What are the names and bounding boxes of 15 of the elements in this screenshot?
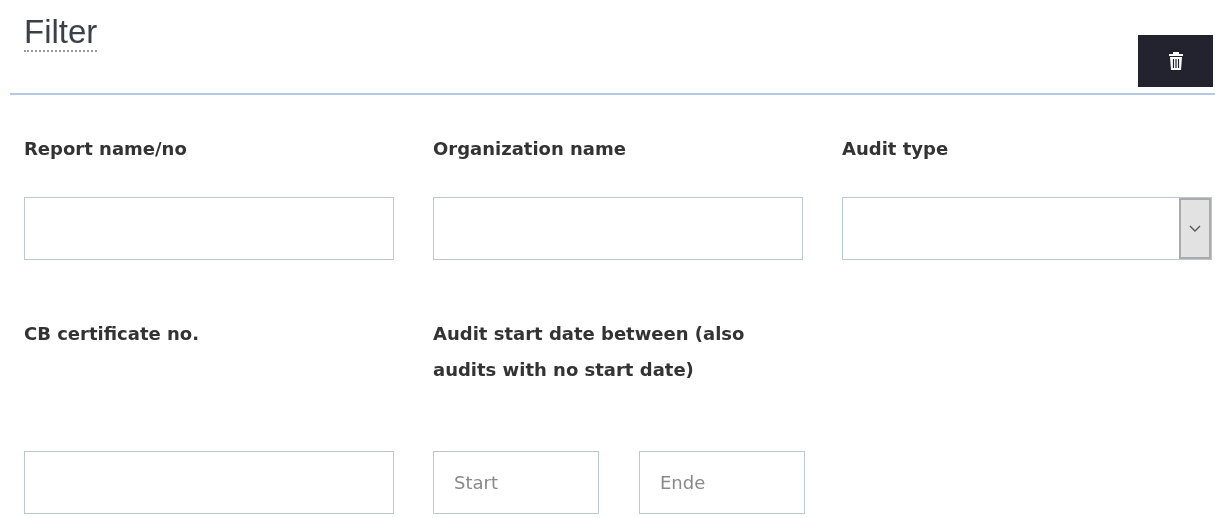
field-label: Organization name: [433, 137, 627, 161]
field-label: CB certificate no.: [24, 322, 200, 346]
field-label: Audit start date between (also audits with no start date): [433, 322, 746, 382]
field-label: Audit type: [842, 137, 950, 161]
input-field[interactable]: [433, 197, 803, 260]
dropdown-field[interactable]: [842, 197, 1212, 260]
date-field[interactable]: Ende: [639, 451, 805, 514]
field-label: Report name/no: [24, 137, 188, 161]
delete-button[interactable]: [1138, 35, 1213, 87]
input-field[interactable]: [24, 197, 394, 260]
trash-icon: [1167, 51, 1184, 71]
chevron-down-icon: [1189, 224, 1201, 233]
date-field[interactable]: Start: [433, 451, 599, 514]
input-field[interactable]: [24, 451, 394, 514]
filter-title: Filter: [24, 14, 98, 52]
